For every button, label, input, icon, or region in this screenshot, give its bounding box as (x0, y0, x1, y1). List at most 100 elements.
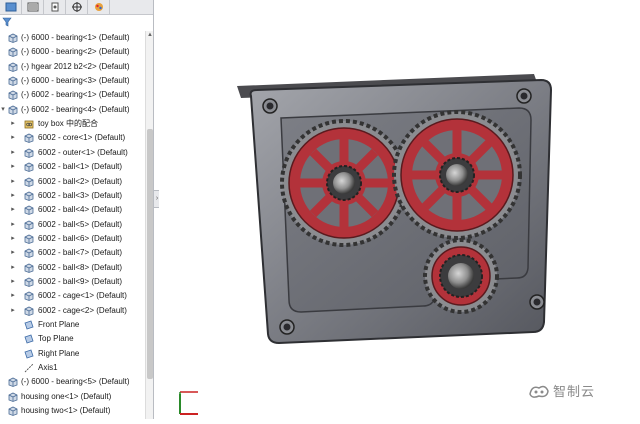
expand-arrow-icon[interactable]: ▸ (10, 232, 16, 246)
expand-arrow-icon[interactable]: ▸ (10, 189, 16, 203)
expand-arrow-icon[interactable]: ▸ (10, 304, 16, 318)
tree-item[interactable]: housing one<1> (Default) (0, 390, 145, 404)
tree-item[interactable]: (-) 6002 - bearing<1> (Default) (0, 88, 145, 102)
collapse-arrow-icon[interactable]: ▾ (0, 103, 6, 117)
scrollbar-thumb[interactable] (147, 129, 153, 379)
filter-row (0, 15, 153, 29)
tree-item[interactable]: Top Plane (0, 332, 145, 346)
tree-item-label: 6002 - ball<1> (Default) (38, 162, 123, 172)
expand-arrow-icon[interactable]: ▸ (10, 131, 16, 145)
tree-item[interactable]: (-) 6000 - bearing<1> (Default) (0, 31, 145, 45)
part-icon (24, 162, 34, 173)
tree-item[interactable]: (-) 6000 - bearing<3> (Default) (0, 74, 145, 88)
tree-item[interactable]: ▾ (-) 6002 - bearing<4> (Default) (0, 103, 145, 117)
tree-item-label: Top Plane (38, 334, 74, 344)
plane-icon (24, 349, 34, 359)
watermark-text: 智制云 (553, 384, 596, 399)
tree-item[interactable]: ▸ 6002 - ball<7> (Default) (0, 246, 145, 260)
tab-dimxpert-manager[interactable] (66, 0, 88, 14)
tree-item-label: 6002 - ball<6> (Default) (38, 233, 123, 243)
graphics-viewport[interactable] (159, 0, 640, 419)
plane-icon (24, 334, 34, 344)
part-icon (8, 377, 18, 388)
tab-display-manager[interactable] (88, 0, 110, 14)
tree-scrollbar[interactable]: ▲ (145, 31, 153, 419)
tree-item[interactable]: ▸ 6002 - ball<2> (Default) (0, 175, 145, 189)
expand-arrow-icon[interactable]: ▸ (10, 203, 16, 217)
scroll-up-arrow-icon[interactable]: ▲ (146, 31, 153, 39)
expand-arrow-icon[interactable]: ▸ (10, 275, 16, 289)
part-icon (24, 177, 34, 187)
tree-item[interactable]: ▸ toy box 中的配合 (0, 117, 145, 131)
tree-item-label: Right Plane (38, 348, 80, 358)
tree-item[interactable]: ▸ 6002 - ball<8> (Default) (0, 261, 145, 275)
part-icon (24, 277, 34, 287)
tab-property-manager[interactable] (22, 0, 44, 14)
tree-item-label: 6002 - ball<8> (Default) (38, 262, 123, 272)
tree-item[interactable]: ▸ 6002 - core<1> (Default) (0, 131, 145, 145)
filter-icon[interactable] (2, 17, 12, 27)
tab-bar-empty (110, 0, 153, 14)
tree-item[interactable]: Right Plane (0, 347, 145, 361)
tree-item-label: Front Plane (38, 320, 80, 329)
expand-arrow-icon[interactable]: ▸ (10, 146, 16, 160)
tree-item-label: toy box 中的配合 (38, 119, 99, 129)
mates-folder-icon (24, 119, 34, 129)
expand-arrow-icon[interactable]: ▸ (10, 261, 16, 275)
tree-item[interactable]: ▸ 6002 - ball<6> (Default) (0, 232, 145, 246)
tree-item-label: 6002 - core<1> (Default) (38, 133, 126, 143)
tree-item[interactable]: Front Plane (0, 318, 145, 332)
tree-item[interactable]: ▸ 6002 - outer<1> (Default) (0, 146, 145, 160)
expand-arrow-icon[interactable]: ▸ (10, 160, 16, 174)
tree-item-label: 6002 - ball<9> (Default) (38, 276, 123, 286)
tree-item[interactable]: ▸ 6002 - ball<5> (Default) (0, 218, 145, 232)
expand-arrow-icon[interactable]: ▸ (10, 117, 16, 131)
left-gear (280, 119, 408, 247)
part-icon (8, 90, 18, 101)
tree-item-label: housing one<1> (Default) (21, 391, 112, 401)
part-icon (8, 47, 18, 58)
tree-item[interactable]: ▸ 6002 - ball<4> (Default) (0, 203, 145, 217)
watermark-logo-icon (529, 385, 549, 398)
tree-item[interactable]: ▸ 6002 - ball<3> (Default) (0, 189, 145, 203)
right-gear (392, 110, 522, 240)
part-icon (24, 220, 34, 230)
tree-item-label: (-) 6000 - bearing<1> (Default) (21, 33, 130, 42)
expand-arrow-icon[interactable]: ▸ (10, 175, 16, 189)
tree-item[interactable]: Axis1 (0, 361, 145, 375)
part-icon (24, 148, 34, 158)
part-icon (24, 263, 34, 273)
part-icon (24, 205, 34, 216)
part-icon (8, 33, 18, 43)
part-icon (8, 406, 18, 417)
expand-arrow-icon[interactable]: ▸ (10, 289, 16, 303)
property-manager-icon (27, 2, 38, 12)
tree-item[interactable]: housing two<1> (Default) (0, 404, 145, 418)
axis-icon (24, 363, 34, 373)
reference-triad-icon (179, 391, 198, 415)
tab-configuration-manager[interactable] (44, 0, 66, 14)
tree-item[interactable]: ▸ 6002 - ball<9> (Default) (0, 275, 145, 289)
gearbox-model[interactable] (159, 0, 640, 419)
feature-manager-panel: (-) 6000 - bearing<1> (Default) (-) 6000 … (0, 0, 154, 419)
tree-item[interactable]: (-) 6000 - bearing<5> (Default) (0, 375, 145, 389)
tree-item[interactable]: ▸ 6002 - cage<1> (Default) (0, 289, 145, 303)
part-icon (24, 248, 34, 259)
part-icon (24, 306, 34, 316)
tree-item[interactable]: (-) hgear 2012 b2<2> (Default) (0, 60, 145, 74)
tab-feature-manager[interactable] (0, 0, 22, 14)
tree-item[interactable]: ▸ 6002 - ball<1> (Default) (0, 160, 145, 174)
tree-item-label: (-) 6002 - bearing<1> (Default) (21, 90, 130, 100)
tree-item[interactable]: ▸ 6002 - cage<2> (Default) (0, 304, 145, 318)
configuration-manager-icon (51, 2, 58, 12)
tree-item-label: 6002 - ball<4> (Default) (38, 205, 123, 215)
tree-item-label: housing two<1> (Default) (21, 406, 111, 416)
expand-arrow-icon[interactable]: ▸ (10, 246, 16, 260)
tree-item[interactable]: (-) 6000 - bearing<2> (Default) (0, 45, 145, 59)
expand-arrow-icon[interactable]: ▸ (10, 218, 16, 232)
small-gear (423, 238, 499, 314)
tree-item-label: 6002 - ball<3> (Default) (38, 190, 123, 200)
part-icon (8, 105, 18, 115)
tree-item-label: 6002 - ball<2> (Default) (38, 176, 123, 186)
part-icon (24, 291, 34, 302)
